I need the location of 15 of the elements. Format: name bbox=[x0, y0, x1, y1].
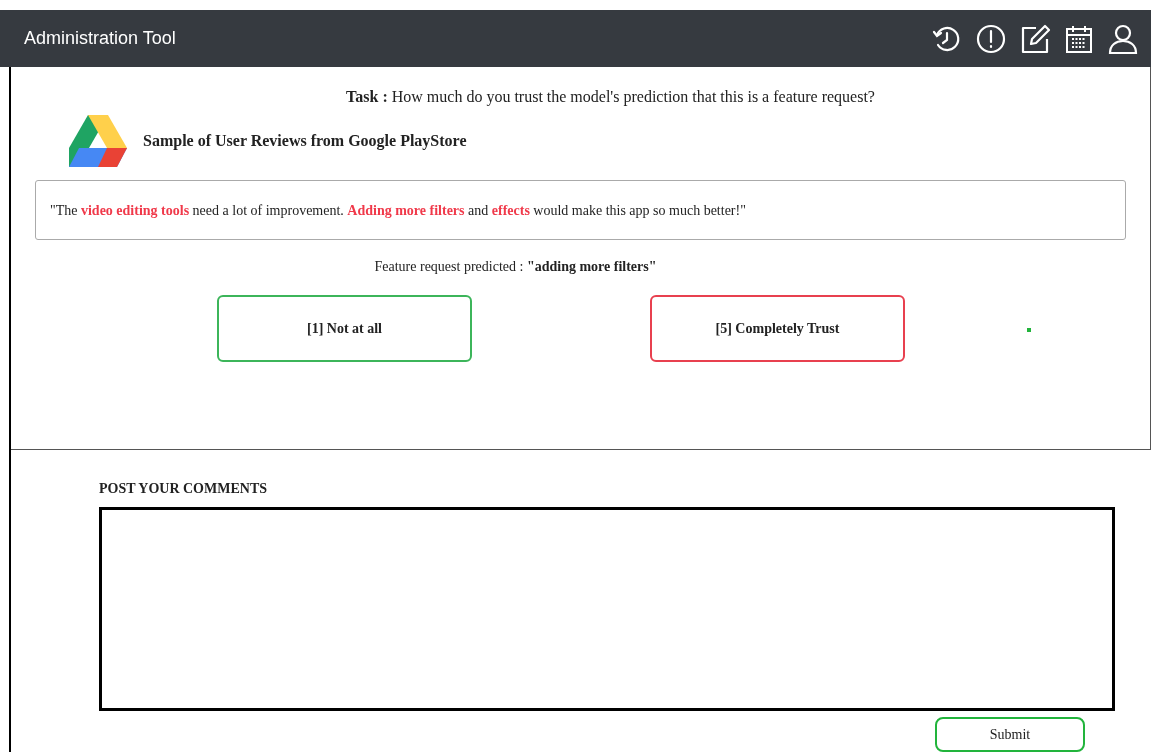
prediction-text: Feature request predicted : "adding more filters" bbox=[373, 258, 658, 276]
window-title: Administration Tool bbox=[24, 27, 176, 50]
comments-heading: POST YOUR COMMENTS bbox=[99, 480, 268, 498]
drive-logo-icon bbox=[69, 115, 127, 167]
source-title: Sample of User Reviews from Google PlayStore bbox=[143, 131, 467, 152]
alert-icon[interactable] bbox=[975, 22, 1007, 55]
edit-icon[interactable] bbox=[1019, 22, 1051, 55]
dot-mark bbox=[1027, 328, 1031, 332]
review-text: "The video editing tools need a lot of improvement. Adding more filters and effects would make this app so much better!" bbox=[50, 201, 746, 220]
trust-option-button[interactable]: [1] Not at all bbox=[217, 295, 472, 362]
task-prompt: Task : How much do you trust the model's prediction that this is a feature request? bbox=[345, 87, 876, 108]
trust-option-button[interactable]: [5] Completely Trust bbox=[650, 295, 905, 362]
user-icon[interactable] bbox=[1107, 22, 1139, 55]
comment-field[interactable] bbox=[99, 507, 1115, 711]
submit-button[interactable]: Submit bbox=[935, 717, 1085, 752]
